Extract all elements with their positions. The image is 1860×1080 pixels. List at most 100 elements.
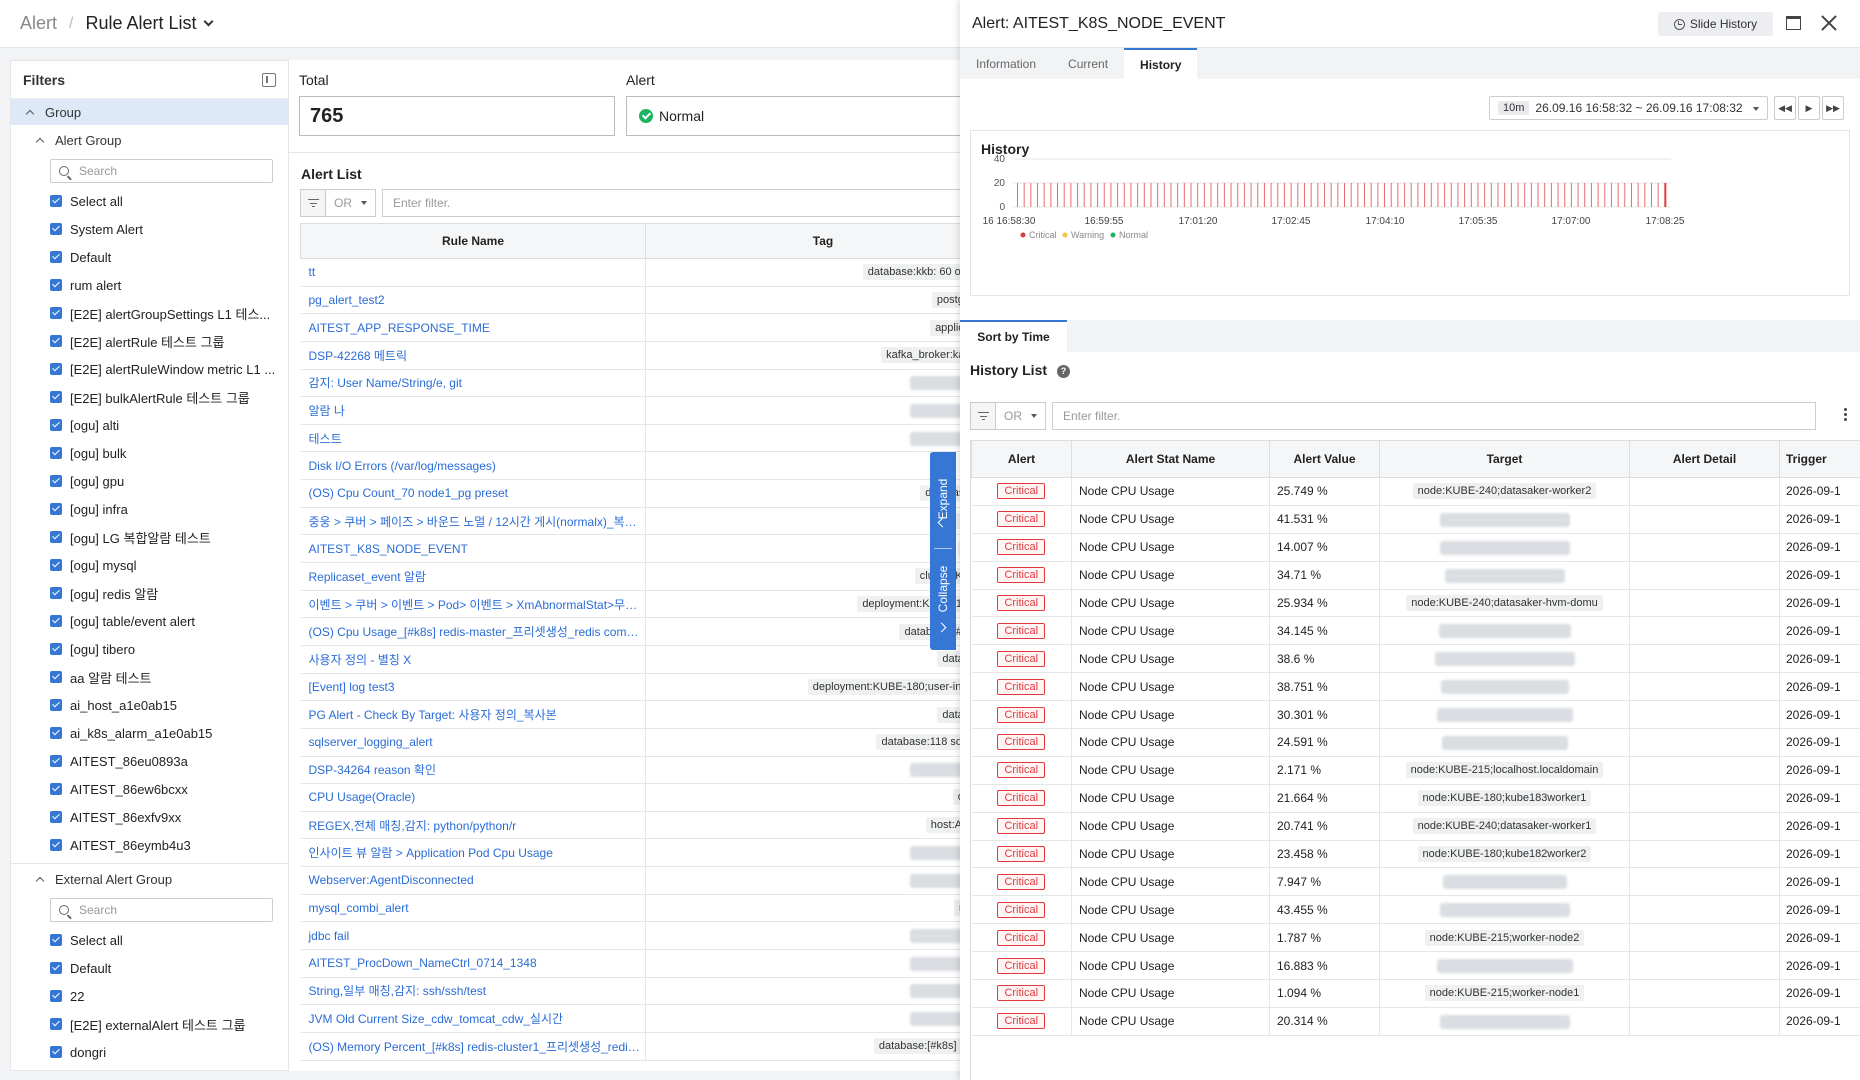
rule-name-link[interactable]: (OS) Cpu Usage_[#k8s] redis-master_프리셋생성…	[300, 617, 646, 646]
table-row[interactable]: Critical Node CPU Usage 14.007 % 2026-09-1	[971, 533, 1860, 562]
filter-checkbox-item[interactable]: System Alert	[11, 215, 288, 243]
table-row[interactable]: [Event] log test3 deployment:KUBE-180;use…	[300, 673, 960, 702]
table-row[interactable]: Critical Node CPU Usage 1.094 % node:KUBE-2…	[971, 979, 1860, 1008]
checkbox-checked-icon[interactable]	[50, 335, 62, 347]
rule-name-link[interactable]: Disk I/O Errors (/var/log/messages)	[300, 451, 646, 481]
close-icon[interactable]	[1820, 14, 1838, 32]
filter-checkbox-item[interactable]: AITEST_86ew6bcxx	[11, 775, 288, 803]
table-row[interactable]: 사용자 정의 - 별칭 X database:*	[300, 645, 960, 674]
expand-collapse-tab[interactable]: Expand Collapse	[930, 452, 956, 650]
filter-checkbox-item[interactable]: [ogu] LG 복합알람 테스트	[11, 523, 288, 551]
col-trigger[interactable]: Trigger	[1779, 440, 1860, 478]
checkbox-checked-icon[interactable]	[50, 1018, 62, 1030]
rule-name-link[interactable]: 사용자 정의 - 별칭 X	[300, 645, 646, 674]
checkbox-checked-icon[interactable]	[50, 783, 62, 795]
filter-icon[interactable]	[300, 189, 326, 217]
rule-name-link[interactable]: AITEST_ProcDown_NameCtrl_0714_1348	[300, 949, 646, 978]
filter-checkbox-item[interactable]: [ogu] gpu	[11, 467, 288, 495]
external-group-search-input[interactable]: Search	[50, 898, 273, 922]
alert-filter-input[interactable]: Enter filter.	[382, 189, 962, 217]
filter-checkbox-item[interactable]: aa 알람 테스트	[11, 663, 288, 691]
rule-name-link[interactable]: mysql_combi_alert	[300, 894, 646, 923]
table-row[interactable]: Critical Node CPU Usage 41.531 % 2026-09-1	[971, 505, 1860, 534]
table-row[interactable]: 테스트	[300, 424, 960, 453]
table-row[interactable]: Critical Node CPU Usage 38.751 % 2026-09-1	[971, 672, 1860, 702]
checkbox-checked-icon[interactable]	[50, 223, 62, 235]
table-row[interactable]: REGEX,전체 매칭,감지: python/python/r host:AI_G…	[300, 811, 960, 840]
filter-checkbox-item[interactable]: [ogu] redis 알람	[11, 579, 288, 607]
checkbox-checked-icon[interactable]	[50, 755, 62, 767]
filter-checkbox-item[interactable]: dongri	[11, 1038, 288, 1066]
rule-name-link[interactable]: PG Alert - Check By Target: 사용자 정의_복사본	[300, 700, 646, 729]
sidebar-collapse-icon[interactable]	[262, 72, 276, 87]
table-row[interactable]: (OS) Cpu Count_70 node1_pg presetdatabas…	[300, 479, 960, 508]
chevron-down-icon[interactable]	[203, 16, 213, 26]
filter-checkbox-item[interactable]: AITEST_86eymb4u3	[11, 831, 288, 859]
filter-checkbox-item[interactable]: [ogu] infra	[11, 495, 288, 523]
checkbox-checked-icon[interactable]	[50, 811, 62, 823]
filter-checkbox-item[interactable]: AITEST_86eu0893a	[11, 747, 288, 775]
rule-name-link[interactable]: 중웅 > 쿠버 > 페이즈 > 바운드 노멀 / 12시간 게시(normalx…	[300, 507, 646, 536]
checkbox-checked-icon[interactable]	[50, 587, 62, 599]
table-row[interactable]: (OS) Cpu Usage_[#k8s] redis-master_프리셋생성…	[300, 617, 960, 646]
rule-name-link[interactable]: 인사이트 뷰 알람 > Application Pod Cpu Usage	[300, 838, 646, 868]
filter-checkbox-item[interactable]: Default	[11, 243, 288, 271]
maximize-icon[interactable]	[1786, 16, 1801, 30]
table-row[interactable]: pg_alert_test2 postgresql:*	[300, 286, 960, 315]
table-row[interactable]: Disk I/O Errors (/var/log/messages)host:…	[300, 451, 960, 481]
table-row[interactable]: 이벤트 > 쿠버 > 이벤트 > Pod> 이벤트 > XmAbnormalSt…	[300, 590, 960, 619]
checkbox-checked-icon[interactable]	[50, 391, 62, 403]
table-row[interactable]: JVM Old Current Size_cdw_tomcat_cdw_실시간	[300, 1004, 960, 1033]
checkbox-checked-icon[interactable]	[50, 615, 62, 627]
play-button[interactable]: ▶	[1798, 96, 1820, 120]
table-row[interactable]: AITEST_APP_RESPONSE_TIME application:*	[300, 313, 960, 342]
collapse-label[interactable]: Collapse	[936, 566, 950, 613]
table-row[interactable]: DSP-42268 메트릭 kafka_broker:kafka-17	[300, 341, 960, 370]
table-row[interactable]: AITEST_K8S_NODE_EVENTnode:*	[300, 534, 960, 564]
checkbox-checked-icon[interactable]	[50, 503, 62, 515]
more-options-icon[interactable]	[1844, 408, 1847, 422]
checkbox-checked-icon[interactable]	[50, 962, 62, 974]
checkbox-checked-icon[interactable]	[50, 671, 62, 683]
table-row[interactable]: Critical Node CPU Usage 7.947 % 2026-09-1	[971, 867, 1860, 897]
table-row[interactable]: Critical Node CPU Usage 23.458 % node:KUBE-…	[971, 840, 1860, 869]
checkbox-checked-icon[interactable]	[50, 531, 62, 543]
filter-checkbox-item[interactable]: Select all	[11, 926, 288, 954]
rule-name-link[interactable]: AITEST_K8S_NODE_EVENT	[300, 534, 646, 564]
filter-checkbox-item[interactable]: AITEST_86exfv9xx	[11, 803, 288, 831]
filter-icon[interactable]	[970, 402, 996, 430]
page-title[interactable]: Rule Alert List	[85, 13, 196, 34]
time-range-picker[interactable]: 10m 26.09.16 16:58:32 ~ 26.09.16 17:08:3…	[1489, 96, 1768, 120]
rewind-button[interactable]: ◀◀	[1774, 96, 1796, 120]
rule-name-link[interactable]: AITEST_APP_RESPONSE_TIME	[300, 313, 646, 342]
table-row[interactable]: 인사이트 뷰 알람 > Application Pod Cpu Usage	[300, 838, 960, 868]
table-row[interactable]: Critical Node CPU Usage 2.171 % node:KUBE-2…	[971, 756, 1860, 785]
tab-information[interactable]: Information	[960, 48, 1052, 79]
col-alert-detail[interactable]: Alert Detail	[1629, 440, 1780, 478]
table-row[interactable]: Critical Node CPU Usage 30.301 % 2026-09-1	[971, 700, 1860, 730]
table-row[interactable]: Critical Node CPU Usage 25.749 % node:KUBE-…	[971, 477, 1860, 506]
table-row[interactable]: Replicaset_event 알람cluster:KUBE-1	[300, 562, 960, 591]
filter-checkbox-item[interactable]: Default	[11, 954, 288, 982]
table-row[interactable]: (OS) Memory Percent_[#k8s] redis-cluster…	[300, 1032, 960, 1061]
rule-name-link[interactable]: JVM Old Current Size_cdw_tomcat_cdw_실시간	[300, 1004, 646, 1033]
checkbox-checked-icon[interactable]	[50, 195, 62, 207]
rule-name-link[interactable]: tt	[300, 258, 646, 287]
checkbox-checked-icon[interactable]	[50, 699, 62, 711]
filter-operator-select[interactable]: OR	[326, 189, 376, 217]
filter-checkbox-item[interactable]: [ogu] tibero	[11, 635, 288, 663]
table-row[interactable]: Critical Node CPU Usage 24.591 % 2026-09-1	[971, 728, 1860, 757]
col-target[interactable]: Target	[1379, 440, 1630, 478]
alert-group-header[interactable]: Alert Group	[11, 125, 288, 155]
checkbox-checked-icon[interactable]	[50, 839, 62, 851]
filter-checkbox-item[interactable]: [ogu] table/event alert	[11, 607, 288, 635]
table-row[interactable]: 감지: User Name/String/e, git	[300, 369, 960, 398]
table-row[interactable]: Critical Node CPU Usage 21.664 % node:KUBE-…	[971, 784, 1860, 813]
table-row[interactable]: tt database:kkb: 60 onp - ho	[300, 258, 960, 287]
checkbox-checked-icon[interactable]	[50, 251, 62, 263]
tab-current[interactable]: Current	[1052, 48, 1124, 79]
filter-checkbox-item[interactable]: [E2E] alertRuleWindow metric L1 ...	[11, 355, 288, 383]
table-row[interactable]: 중웅 > 쿠버 > 페이즈 > 바운드 노멀 / 12시간 게시(normalx…	[300, 507, 960, 536]
filter-checkbox-item[interactable]: [ogu] bulk	[11, 439, 288, 467]
table-row[interactable]: 알람 나	[300, 396, 960, 425]
